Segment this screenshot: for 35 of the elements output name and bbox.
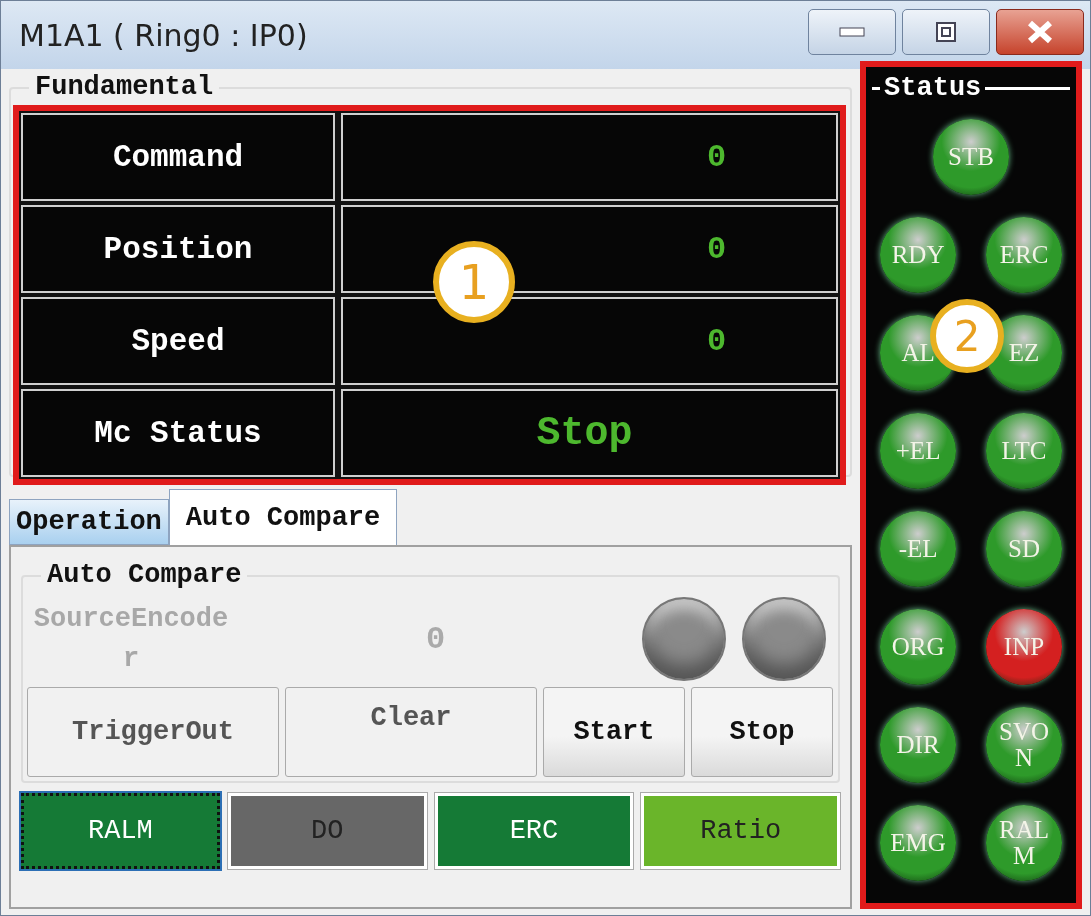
row-label: Position xyxy=(21,205,335,293)
status-led: ERC xyxy=(986,217,1062,293)
maximize-icon xyxy=(935,21,957,43)
maximize-button[interactable] xyxy=(902,9,990,55)
source-label: SourceEncoder xyxy=(32,603,229,676)
row-label: Mc Status xyxy=(21,389,335,477)
minimize-button[interactable] xyxy=(808,9,896,55)
close-icon xyxy=(1025,19,1055,45)
toggle-button[interactable]: RALM xyxy=(21,793,220,869)
status-led: LTC xyxy=(986,413,1062,489)
toggle-button[interactable]: Ratio xyxy=(641,793,841,869)
action-button[interactable]: Start xyxy=(543,687,685,777)
tab[interactable]: Auto Compare xyxy=(168,489,398,545)
status-led: -EL xyxy=(880,511,957,587)
source-value: 0 xyxy=(424,620,447,658)
row-value: 0 xyxy=(341,113,839,201)
status-led: SD xyxy=(986,511,1062,587)
action-button[interactable]: Stop xyxy=(691,687,833,777)
status-led: +EL xyxy=(880,413,957,489)
status-led: EMG xyxy=(880,805,957,881)
status-led: INP xyxy=(986,609,1062,685)
row-value: Stop xyxy=(341,389,839,477)
status-led: RDY xyxy=(880,217,957,293)
close-button[interactable] xyxy=(996,9,1084,55)
group-title: Auto Compare xyxy=(41,561,248,589)
minimize-icon xyxy=(839,27,865,37)
status-led: DIR xyxy=(880,707,957,783)
status-led: STB xyxy=(933,119,1010,195)
row-label: Speed xyxy=(21,297,335,385)
status-title: Status xyxy=(884,73,982,103)
row-label: Command xyxy=(21,113,335,201)
tab[interactable]: Operation xyxy=(9,499,169,545)
status-led: ORG xyxy=(880,609,957,685)
window-title: M1A1 ( Ring0 : IP0) xyxy=(19,17,308,53)
toggle-button[interactable]: ERC xyxy=(434,793,634,869)
